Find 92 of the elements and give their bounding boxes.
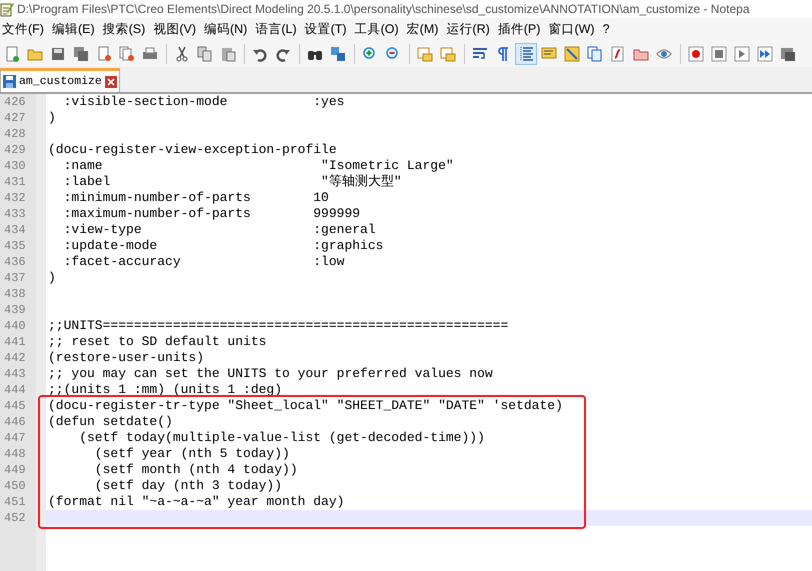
menu-item[interactable]: 窗口(W) (546, 20, 601, 38)
menu-item[interactable]: 搜索(S) (100, 20, 152, 38)
code-line: (docu-register-view-exception-profile (47, 142, 338, 158)
menu-item[interactable]: 宏(M) (404, 20, 444, 38)
code-line: ;; you may can set the UNITS to your preferred values now (47, 366, 494, 382)
cut-icon (174, 46, 190, 62)
indent-guide-icon (518, 46, 534, 62)
line-number: 448 (3, 446, 27, 462)
line-number: 440 (3, 318, 27, 334)
code-line: (setf year (nth 5 today)) (94, 446, 291, 462)
comment-icon (541, 46, 557, 62)
line-number: 436 (3, 254, 27, 270)
app-icon (0, 1, 14, 17)
line-number: 438 (3, 286, 27, 302)
code-line: ) (47, 270, 57, 286)
line-number: 450 (3, 478, 27, 494)
close-file-icon (96, 46, 112, 62)
menu-item[interactable]: 编辑(E) (50, 20, 101, 38)
line-number: 437 (3, 270, 27, 286)
line-number: 431 (3, 174, 27, 190)
code-line: :update-mode :graphics (62, 238, 384, 254)
close-icon[interactable] (104, 76, 117, 88)
line-number: 441 (3, 334, 27, 350)
line-number: 435 (3, 238, 27, 254)
fast-forward-icon (757, 46, 773, 62)
code-line: (docu-register-tr-type "Sheet_local" "SHEET_DATE" "DATE" 'setdate) (47, 398, 564, 414)
code-line: (setf today(multiple-value-list (get-decoded-time))) (78, 430, 486, 446)
code-line: :label "等轴测大型" (62, 174, 403, 190)
word-wrap-icon (472, 46, 488, 62)
toolbar-button[interactable] (515, 42, 537, 64)
menu-item[interactable]: 设置(T) (302, 20, 353, 38)
line-number: 428 (3, 126, 27, 142)
print-icon (142, 46, 158, 62)
line-number: 432 (3, 190, 27, 206)
code-line: :maximum-number-of-parts 999999 (62, 206, 362, 222)
menu-item[interactable]: 运行(R) (444, 20, 496, 38)
new-file-icon (4, 46, 20, 62)
line-number: 429 (3, 142, 27, 158)
close-all-icon (119, 46, 135, 62)
menu-item[interactable]: 语言(L) (253, 20, 303, 38)
code-line: :view-type :general (62, 222, 377, 238)
code-line: (setf day (nth 3 today)) (94, 478, 284, 494)
line-number: 449 (3, 462, 27, 478)
line-number: 444 (3, 382, 27, 398)
replace-icon (330, 46, 346, 62)
pilcrow-icon (495, 46, 511, 62)
code-line: :minimum-number-of-parts 10 (62, 190, 330, 206)
code-line: (restore-user-units) (47, 350, 206, 366)
menu-item[interactable]: ? (600, 20, 616, 38)
line-number: 439 (3, 302, 27, 318)
line-number: 427 (3, 110, 27, 126)
code-line: (format nil "~a-~a-~a" year month day) (47, 494, 346, 510)
documents-icon (587, 46, 603, 62)
menu-item[interactable]: 文件(F) (0, 20, 50, 38)
code-line: (defun setdate() (47, 414, 174, 430)
window-title: D:\Program Files\PTC\Creo Elements\Direct Modeling 20.5.1.0\personality\schinese\sd_customize\ANNOTATION\am_customize - Notepa (17, 1, 750, 18)
paste-icon (220, 46, 236, 62)
line-number: 452 (3, 510, 27, 526)
file-tab[interactable]: am_customize (0, 68, 120, 92)
line-number: 451 (3, 494, 27, 510)
line-number: 446 (3, 414, 27, 430)
save-icon (3, 75, 16, 88)
menu-item[interactable]: 编码(N) (202, 20, 254, 38)
save-macro-icon (780, 46, 796, 62)
code-line: ;;UNITS==================================================== (47, 318, 510, 334)
line-number: 442 (3, 350, 27, 366)
code-line: (setf month (nth 4 today)) (94, 462, 299, 478)
record-icon (688, 46, 704, 62)
copy-icon (197, 46, 213, 62)
menu-item[interactable]: 视图(V) (151, 20, 202, 38)
play-icon (734, 46, 750, 62)
code-line: ;; reset to SD default units (47, 334, 268, 350)
save-all-icon (73, 46, 89, 62)
code-line: ) (47, 110, 57, 126)
line-number: 433 (3, 206, 27, 222)
menu-item[interactable]: 工具(O) (352, 20, 405, 38)
sync-scroll-icon (440, 46, 456, 62)
code-line: ;;(units 1 :mm) (units 1 :deg) (47, 382, 284, 398)
save-icon (50, 46, 66, 62)
code-line: :visible-section-mode :yes (62, 94, 346, 110)
line-number: 445 (3, 398, 27, 414)
line-number: 447 (3, 430, 27, 446)
sync-scroll-icon (417, 46, 433, 62)
code-line: :facet-accuracy :low (62, 254, 346, 270)
stop-icon (711, 46, 727, 62)
line-number: 443 (3, 366, 27, 382)
line-number: 434 (3, 222, 27, 238)
menu-item[interactable]: 插件(P) (496, 20, 546, 38)
code-line: :name "Isometric Large" (62, 158, 455, 174)
line-number: 430 (3, 158, 27, 174)
tab-label: am_customize (19, 74, 102, 90)
line-number: 426 (3, 94, 27, 110)
